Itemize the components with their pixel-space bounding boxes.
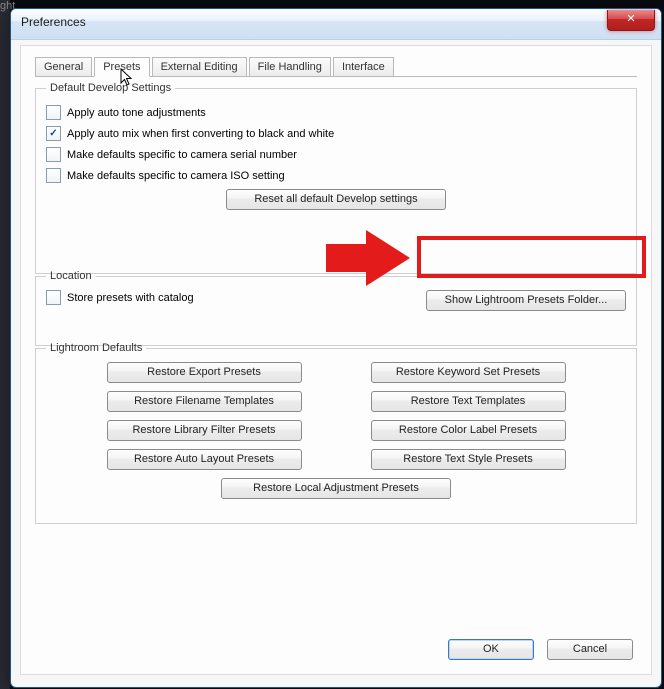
tab-external-editing[interactable]: External Editing [152, 57, 247, 77]
group-location: Location Store presets with catalog Show… [35, 270, 637, 346]
label-auto-tone: Apply auto tone adjustments [67, 107, 206, 119]
window-title: Preferences [21, 15, 86, 29]
content-area: General Presets External Editing File Ha… [20, 45, 652, 675]
checkbox-auto-mix-bw[interactable] [46, 126, 61, 141]
show-presets-folder-button[interactable]: Show Lightroom Presets Folder... [426, 290, 626, 311]
tab-strip: General Presets External Editing File Ha… [35, 56, 637, 77]
preferences-window: Preferences ✕ General Presets External E… [10, 8, 662, 688]
tab-interface[interactable]: Interface [333, 57, 394, 77]
checkbox-auto-tone[interactable] [46, 105, 61, 120]
group-legend: Location [46, 270, 96, 282]
titlebar: Preferences ✕ [11, 9, 661, 40]
restore-export-presets-button[interactable]: Restore Export Presets [107, 362, 302, 383]
checkbox-camera-iso[interactable] [46, 168, 61, 183]
group-lightroom-defaults: Lightroom Defaults Restore Export Preset… [35, 342, 637, 524]
restore-library-filter-presets-button[interactable]: Restore Library Filter Presets [107, 420, 302, 441]
label-store-presets-with-catalog: Store presets with catalog [67, 292, 194, 304]
tab-presets[interactable]: Presets [94, 57, 149, 77]
restore-text-style-presets-button[interactable]: Restore Text Style Presets [371, 449, 566, 470]
cancel-button[interactable]: Cancel [547, 639, 633, 660]
close-icon: ✕ [626, 13, 635, 25]
close-button[interactable]: ✕ [607, 10, 655, 31]
label-camera-iso: Make defaults specific to camera ISO set… [67, 170, 285, 182]
restore-keyword-set-presets-button[interactable]: Restore Keyword Set Presets [371, 362, 566, 383]
dialog-footer: OK Cancel [438, 639, 633, 660]
label-camera-serial: Make defaults specific to camera serial … [67, 149, 297, 161]
restore-local-adjustment-presets-button[interactable]: Restore Local Adjustment Presets [221, 478, 451, 499]
checkbox-store-presets-with-catalog[interactable] [46, 290, 61, 305]
tab-file-handling[interactable]: File Handling [249, 57, 331, 77]
restore-text-templates-button[interactable]: Restore Text Templates [371, 391, 566, 412]
ok-button[interactable]: OK [448, 639, 534, 660]
tab-general[interactable]: General [35, 57, 92, 77]
reset-develop-settings-button[interactable]: Reset all default Develop settings [226, 189, 446, 210]
label-auto-mix-bw: Apply auto mix when first converting to … [67, 128, 334, 140]
group-legend: Default Develop Settings [46, 82, 175, 94]
restore-filename-templates-button[interactable]: Restore Filename Templates [107, 391, 302, 412]
group-legend: Lightroom Defaults [46, 342, 146, 354]
checkbox-camera-serial[interactable] [46, 147, 61, 162]
restore-color-label-presets-button[interactable]: Restore Color Label Presets [371, 420, 566, 441]
restore-auto-layout-presets-button[interactable]: Restore Auto Layout Presets [107, 449, 302, 470]
group-default-develop-settings: Default Develop Settings Apply auto tone… [35, 82, 637, 274]
